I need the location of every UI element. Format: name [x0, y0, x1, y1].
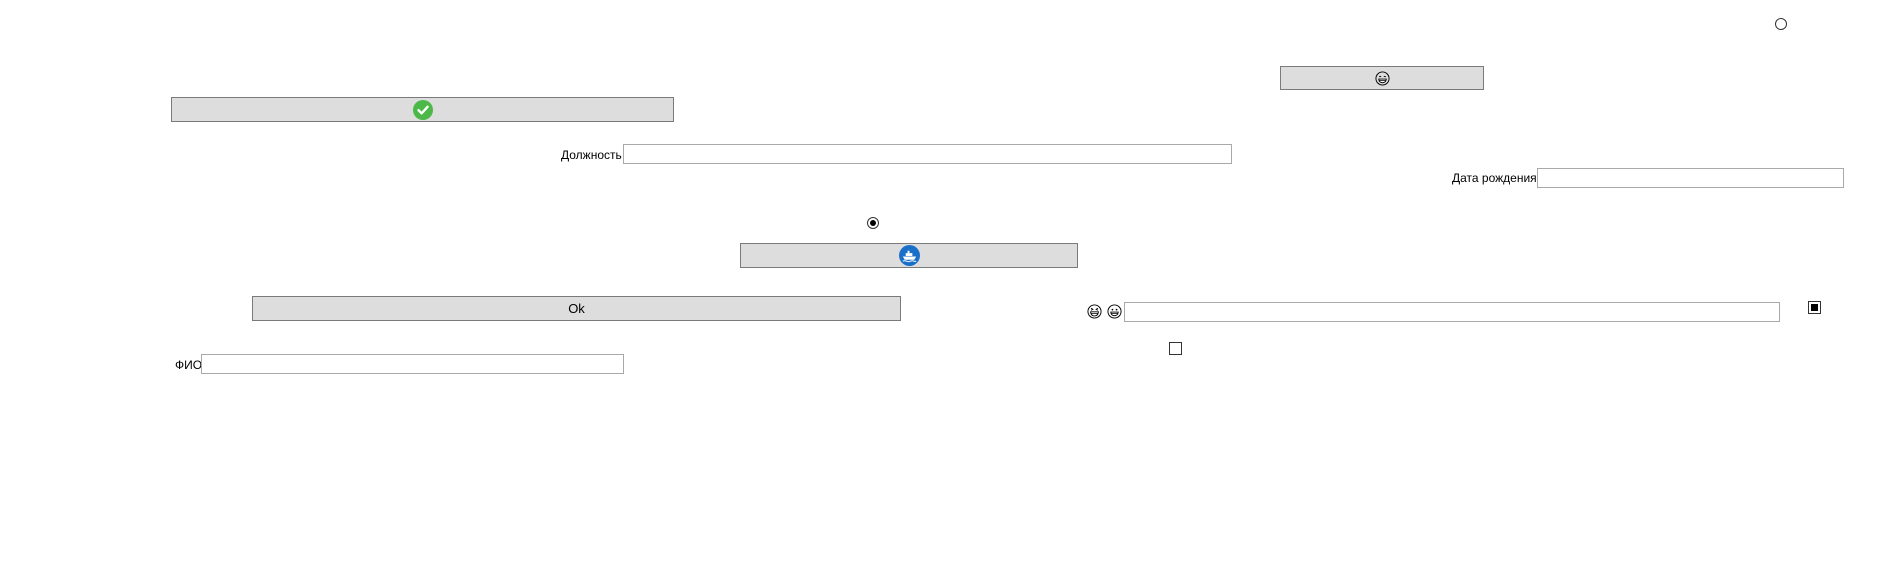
ok-button-label: Ok [568, 301, 585, 316]
emoji-text-field[interactable] [1124, 302, 1780, 322]
check-circle-icon [412, 99, 433, 120]
emoji-button[interactable] [1280, 66, 1484, 90]
checkbox-right[interactable] [1808, 301, 1821, 314]
full-name-label: ФИО [175, 358, 203, 372]
position-label: Должность [561, 148, 622, 162]
birth-date-label: Дата рождения [1452, 171, 1537, 185]
full-name-field[interactable] [201, 354, 624, 374]
radio-middle[interactable] [867, 217, 879, 229]
checkbox-fill [1811, 304, 1818, 311]
ok-button[interactable]: Ok [252, 296, 901, 321]
checkbox-middle[interactable] [1169, 342, 1182, 355]
laughing-face-icon [1087, 304, 1102, 319]
confirm-button[interactable] [171, 97, 674, 122]
radio-top-right[interactable] [1775, 18, 1787, 30]
ship-button[interactable] [740, 243, 1078, 268]
position-field[interactable] [623, 144, 1232, 164]
birth-date-field[interactable] [1537, 168, 1844, 188]
ship-badge-icon [898, 245, 920, 266]
radio-selected-dot [870, 220, 876, 226]
grinning-face-icon [1107, 304, 1122, 319]
grinning-face-icon [1374, 70, 1390, 86]
